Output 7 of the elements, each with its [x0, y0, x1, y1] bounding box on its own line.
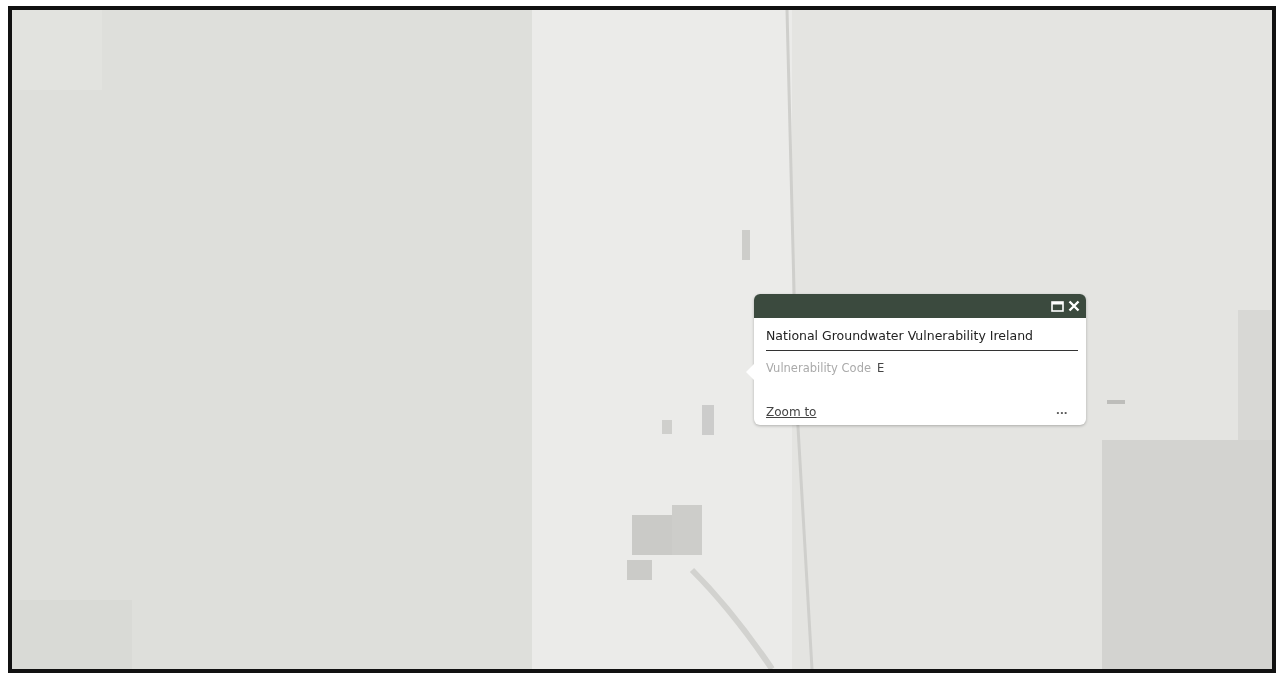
close-button[interactable]: [1068, 300, 1080, 312]
field-value: E: [877, 361, 885, 375]
maximize-button[interactable]: [1051, 300, 1064, 312]
field-label: Vulnerability Code: [766, 361, 871, 375]
more-button[interactable]: •••: [1056, 407, 1078, 417]
zoom-to-link[interactable]: Zoom to: [766, 405, 817, 419]
popup-title: National Groundwater Vulnerability Ireland: [766, 328, 1034, 345]
